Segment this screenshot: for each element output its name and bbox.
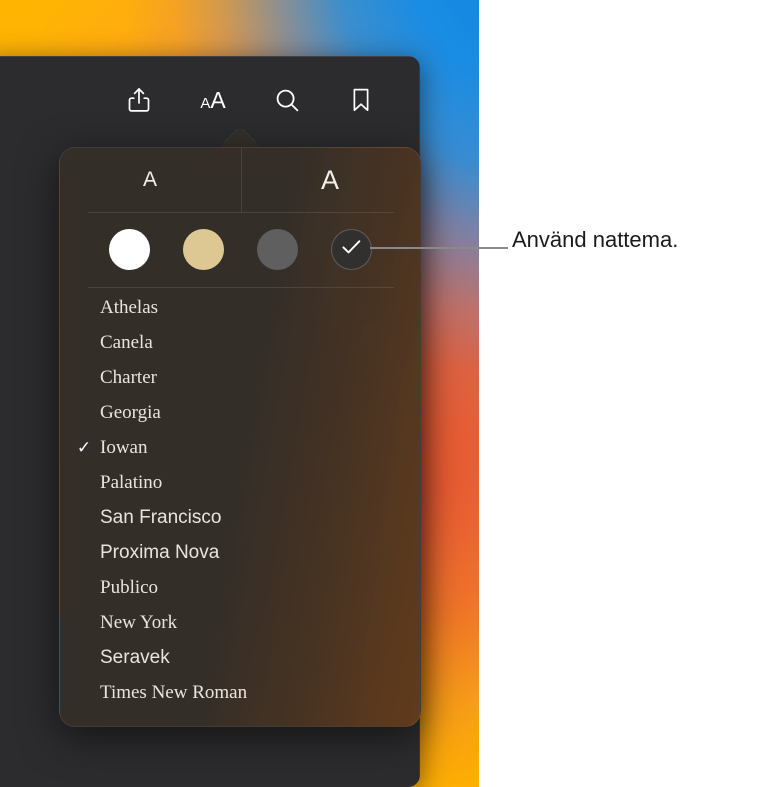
text-options-popover: A A Athelas Canela Charter Georgia ✓ Iow… [59,129,421,727]
theme-swatch-white[interactable] [109,229,150,270]
font-list-item[interactable]: Times New Roman [60,675,420,710]
callout-label: Använd nattema. [512,227,679,252]
font-list-item[interactable]: Publico [60,570,420,605]
font-name: Palatino [100,472,163,493]
share-icon [128,87,150,113]
font-list-item[interactable]: Georgia [60,395,420,430]
popover-pointer-arrow [222,129,258,149]
font-name: New York [100,612,178,633]
font-list-item[interactable]: San Francisco [60,500,420,535]
callout-leader-line [370,247,508,249]
font-list-item[interactable]: Athelas [60,290,420,325]
text-size-icon: AA [200,86,226,113]
font-name: Canela [100,332,153,353]
font-name: Proxima Nova [100,542,220,563]
share-button[interactable] [122,83,156,117]
popover-panel: A A Athelas Canela Charter Georgia ✓ Iow… [59,147,421,727]
theme-swatch-row [60,212,420,287]
decrease-font-size-button[interactable]: A [60,148,240,212]
size-controls-divider [241,148,242,212]
font-list-item[interactable]: Charter [60,360,420,395]
theme-swatch-sepia[interactable] [183,229,224,270]
check-icon [341,238,362,261]
search-button[interactable] [270,83,304,117]
font-name: San Francisco [100,507,222,528]
font-list-item[interactable]: Seravek [60,640,420,675]
font-name: Publico [100,577,159,598]
font-name: Charter [100,367,157,388]
app-toolbar: AA [0,70,420,130]
font-list-item[interactable]: Palatino [60,465,420,500]
bookmark-button[interactable] [344,83,378,117]
theme-swatch-gray[interactable] [257,229,298,270]
window-top-highlight [0,56,420,57]
font-list-item[interactable]: Canela [60,325,420,360]
font-name: Times New Roman [100,682,248,703]
font-list-item[interactable]: Proxima Nova [60,535,420,570]
font-check-icon: ✓ [76,438,92,457]
font-name: Athelas [100,297,159,318]
theme-swatch-night[interactable] [331,229,372,270]
text-size-button[interactable]: AA [196,83,230,117]
font-name: Seravek [100,647,170,668]
font-list-item[interactable]: New York [60,605,420,640]
font-name: Iowan [100,437,148,458]
font-name: Georgia [100,402,161,423]
divider-below-themes [88,287,394,288]
bookmark-icon [351,87,371,113]
search-icon [275,88,300,113]
increase-font-size-button[interactable]: A [240,148,420,212]
font-list: Athelas Canela Charter Georgia ✓ Iowan P… [60,290,420,710]
font-list-item-selected[interactable]: ✓ Iowan [60,430,420,465]
font-size-controls: A A [60,148,420,212]
